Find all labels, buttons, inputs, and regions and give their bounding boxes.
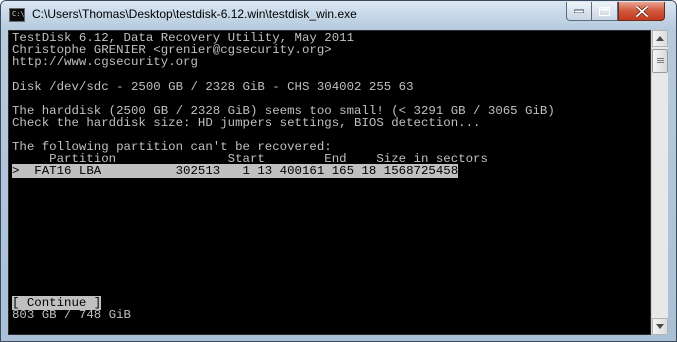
console-output[interactable]: TestDisk 6.12, Data Recovery Utility, Ma… [8, 30, 651, 335]
close-icon [635, 5, 648, 17]
window-title: C:\Users\Thomas\Desktop\testdisk-6.12.wi… [32, 7, 357, 21]
scroll-up-arrow-icon [656, 36, 664, 41]
scroll-down-arrow-icon [656, 324, 664, 329]
vertical-scrollbar[interactable] [651, 30, 668, 335]
maximize-button[interactable] [592, 2, 618, 21]
title-bar[interactable]: C:\ C:\Users\Thomas\Desktop\testdisk-6.1… [1, 1, 676, 30]
partition-row-selected[interactable]: > FAT16 LBA 302513 1 13 400161 165 18 15… [12, 164, 459, 178]
app-icon-glyph: C:\ [12, 10, 25, 18]
scroll-up-button[interactable] [652, 30, 668, 47]
scroll-thumb[interactable] [652, 49, 668, 73]
thumb-grip-line [657, 62, 664, 63]
maximize-icon [599, 6, 610, 16]
console-line-size-footer: 803 GB / 748 GiB [12, 308, 131, 322]
minimize-icon [574, 9, 584, 13]
scroll-down-button[interactable] [652, 318, 668, 335]
minimize-button[interactable] [566, 2, 592, 21]
thumb-grip-line [657, 58, 664, 59]
thumb-grip-line [657, 60, 664, 61]
console-line-check: Check the harddisk size: HD jumpers sett… [12, 116, 481, 130]
partition-row-text: > FAT16 LBA 302513 1 13 400161 165 18 15… [12, 164, 459, 178]
console-line-url: http://www.cgsecurity.org [12, 55, 198, 69]
console-window: C:\ C:\Users\Thomas\Desktop\testdisk-6.1… [0, 0, 677, 342]
console-app-icon[interactable]: C:\ [9, 8, 25, 22]
console-line-disk: Disk /dev/sdc - 2500 GB / 2328 GiB - CHS… [12, 80, 414, 94]
close-button[interactable] [618, 2, 665, 21]
